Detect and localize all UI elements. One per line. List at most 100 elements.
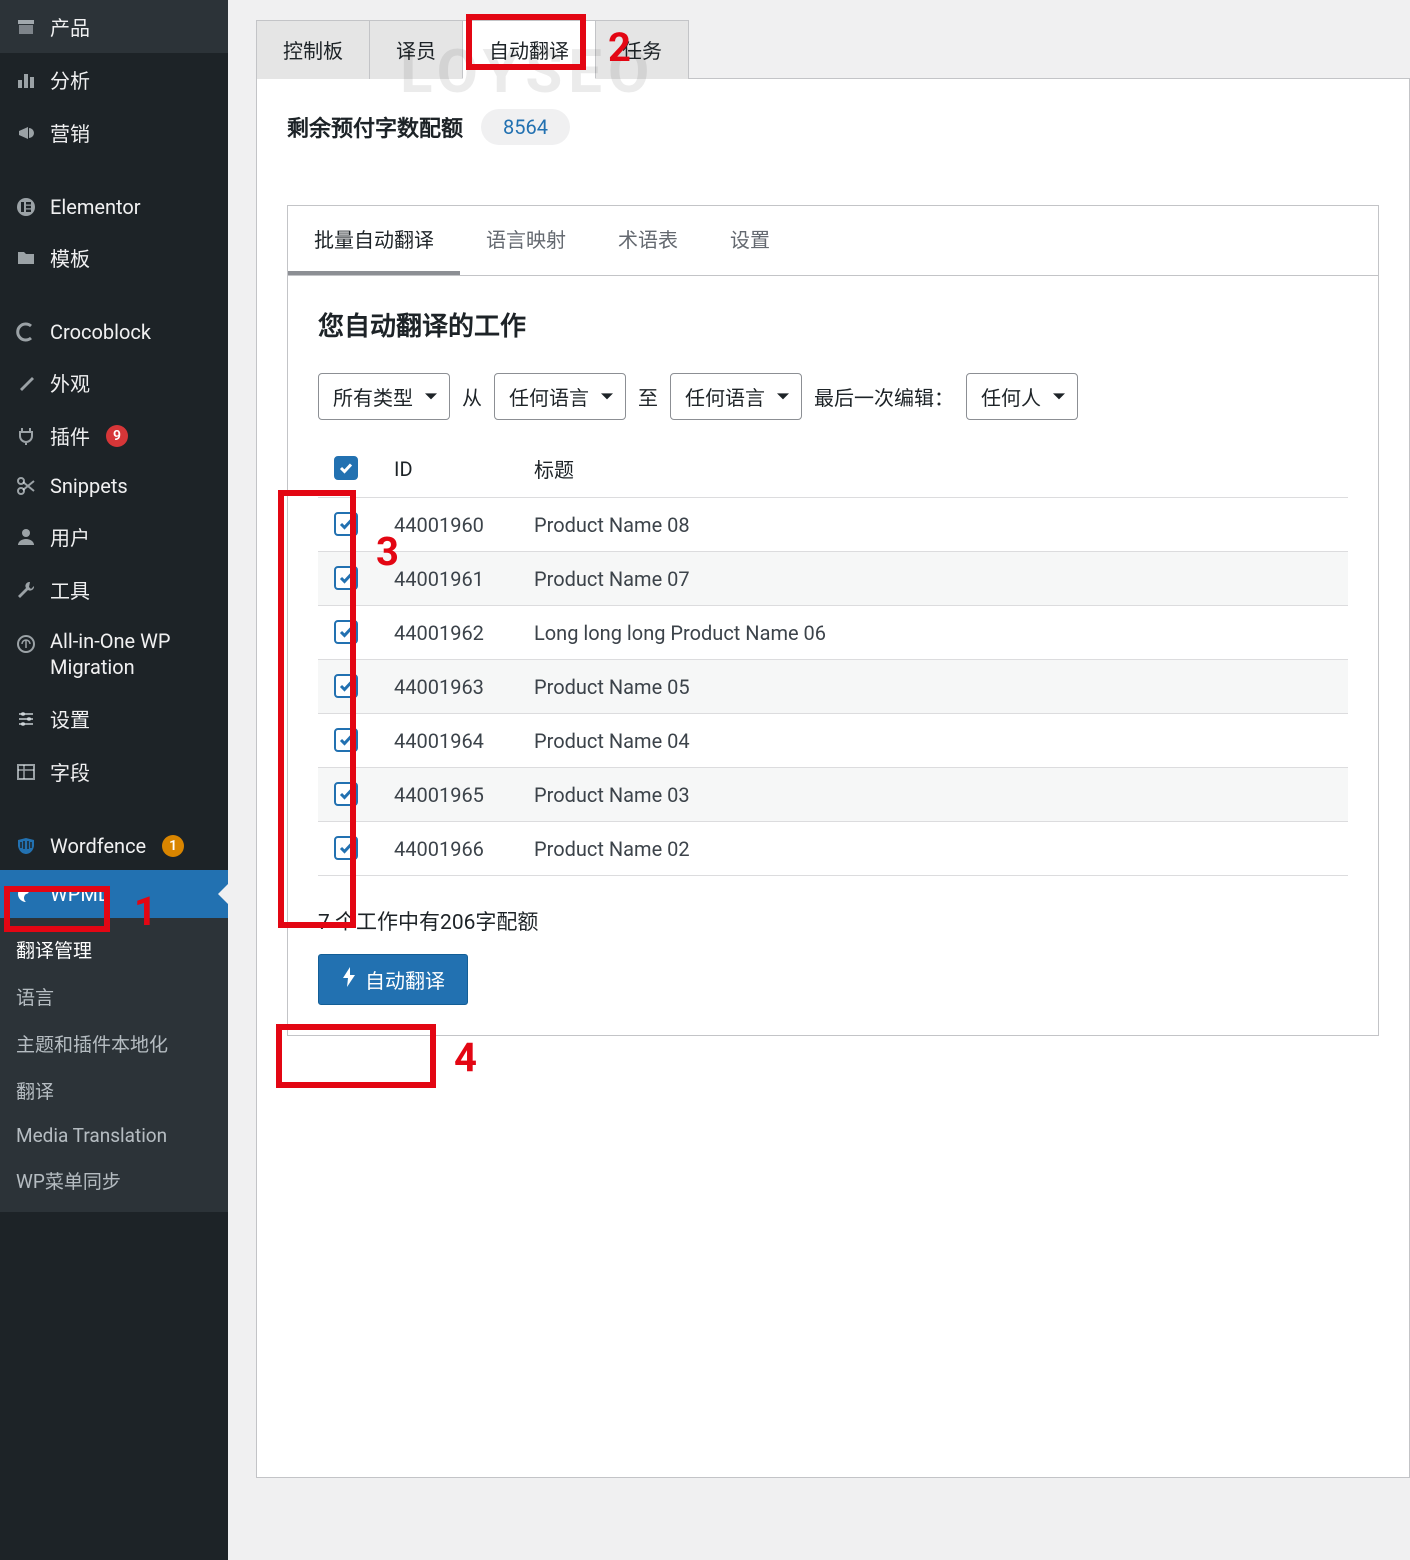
tab-translators[interactable]: 译员	[369, 20, 463, 79]
row-checkbox[interactable]	[334, 728, 358, 752]
filter-last-edit-select[interactable]: 任何人	[966, 373, 1078, 420]
sidebar-item-crocoblock[interactable]: Crocoblock	[0, 308, 228, 356]
quota-value: 8564	[481, 109, 570, 145]
sidebar-item-label: 营销	[50, 118, 90, 147]
sidebar-item-plugins[interactable]: 插件 9	[0, 409, 228, 462]
inner-tab-lang-mapping[interactable]: 语言映射	[460, 206, 592, 275]
sidebar-item-label: Crocoblock	[50, 320, 151, 344]
row-checkbox[interactable]	[334, 620, 358, 644]
filter-last-edit-label: 最后一次编辑：	[814, 382, 954, 411]
cell-title: Product Name 07	[518, 552, 1348, 606]
sidebar-item-tools[interactable]: 工具	[0, 563, 228, 616]
inner-tab-glossary[interactable]: 术语表	[592, 206, 704, 275]
filter-row: 所有类型 从 任何语言 至 任何语言 最后一次编辑： 任何人	[318, 373, 1348, 420]
table-row: 44001962Long long long Product Name 06	[318, 606, 1348, 660]
inner-tabs: 批量自动翻译 语言映射 术语表 设置	[288, 206, 1378, 276]
sidebar-item-label: 产品	[50, 12, 90, 41]
sidebar-item-appearance[interactable]: 外观	[0, 356, 228, 409]
cell-id: 44001961	[378, 552, 518, 606]
table-row: 44001960Product Name 08	[318, 498, 1348, 552]
sidebar-item-label: 字段	[50, 757, 90, 786]
bolt-icon	[341, 967, 357, 993]
filter-to-select[interactable]: 任何语言	[670, 373, 802, 420]
main-content: 控制板 译员 自动翻译 任务 剩余预付字数配额 8564 批量自动翻译 语言映射…	[228, 0, 1410, 1560]
admin-sidebar: 产品 分析 营销 Elementor 模板 Crocoblock 外观	[0, 0, 228, 1560]
wrench-icon	[14, 578, 38, 602]
sidebar-item-elementor[interactable]: Elementor	[0, 183, 228, 231]
user-icon	[14, 525, 38, 549]
tab-auto-translate[interactable]: 自动翻译	[462, 20, 596, 79]
cell-id: 44001960	[378, 498, 518, 552]
cell-id: 44001965	[378, 768, 518, 822]
row-checkbox[interactable]	[334, 566, 358, 590]
cell-title: Product Name 04	[518, 714, 1348, 768]
cell-title: Long long long Product Name 06	[518, 606, 1348, 660]
sidebar-item-products[interactable]: 产品	[0, 0, 228, 53]
sidebar-item-analytics[interactable]: 分析	[0, 53, 228, 106]
select-all-checkbox[interactable]	[334, 456, 358, 480]
shield-icon	[14, 834, 38, 858]
inner-tab-bulk[interactable]: 批量自动翻译	[288, 206, 460, 275]
sidebar-item-label: Snippets	[50, 474, 128, 498]
submenu-translation-mgmt[interactable]: 翻译管理	[0, 926, 228, 973]
migration-icon	[14, 632, 38, 656]
sidebar-item-label: 模板	[50, 243, 90, 272]
sidebar-item-label: 外观	[50, 368, 90, 397]
sidebar-item-wpml[interactable]: WPML	[0, 870, 228, 918]
cell-id: 44001966	[378, 822, 518, 876]
sidebar-item-wordfence[interactable]: Wordfence 1	[0, 822, 228, 870]
wpml-submenu: 翻译管理 语言 主题和插件本地化 翻译 Media Translation WP…	[0, 918, 228, 1212]
tab-jobs[interactable]: 任务	[595, 20, 689, 79]
sidebar-item-label: 用户	[50, 522, 90, 551]
scissors-icon	[14, 474, 38, 498]
row-checkbox[interactable]	[334, 836, 358, 860]
submenu-translations[interactable]: 翻译	[0, 1067, 228, 1114]
sidebar-item-label: All-in-One WP Migration	[50, 628, 214, 680]
row-checkbox[interactable]	[334, 782, 358, 806]
sidebar-item-label: 工具	[50, 575, 90, 604]
row-checkbox[interactable]	[334, 512, 358, 536]
filter-from-select[interactable]: 任何语言	[494, 373, 626, 420]
summary-text: 7 个工作中有206字配额	[318, 906, 1348, 936]
th-title: 标题	[518, 440, 1348, 498]
section-title: 您自动翻译的工作	[318, 306, 1348, 343]
plug-icon	[14, 424, 38, 448]
sidebar-item-users[interactable]: 用户	[0, 510, 228, 563]
sidebar-item-label: 设置	[50, 704, 90, 733]
tab-dashboard[interactable]: 控制板	[256, 20, 370, 79]
table-row: 44001966Product Name 02	[318, 822, 1348, 876]
inner-panel: 批量自动翻译 语言映射 术语表 设置 您自动翻译的工作 所有类型 从 任何语言 …	[287, 205, 1379, 1036]
brush-icon	[14, 371, 38, 395]
submenu-theme-plugin-localize[interactable]: 主题和插件本地化	[0, 1020, 228, 1067]
submenu-languages[interactable]: 语言	[0, 973, 228, 1020]
row-checkbox[interactable]	[334, 674, 358, 698]
cell-title: Product Name 02	[518, 822, 1348, 876]
th-id: ID	[378, 440, 518, 498]
archive-icon	[14, 15, 38, 39]
submenu-wp-menu-sync[interactable]: WP菜单同步	[0, 1157, 228, 1204]
inner-tab-settings[interactable]: 设置	[704, 206, 796, 275]
auto-translate-button[interactable]: 自动翻译	[318, 954, 468, 1005]
sidebar-item-templates[interactable]: 模板	[0, 231, 228, 284]
table-row: 44001963Product Name 05	[318, 660, 1348, 714]
wpml-icon	[14, 882, 38, 906]
submenu-media-translation[interactable]: Media Translation	[0, 1114, 228, 1157]
folder-icon	[14, 246, 38, 270]
sidebar-item-settings[interactable]: 设置	[0, 692, 228, 745]
sidebar-item-snippets[interactable]: Snippets	[0, 462, 228, 510]
alert-badge: 1	[162, 835, 184, 857]
sidebar-item-migration[interactable]: All-in-One WP Migration	[0, 616, 228, 692]
table-row: 44001964Product Name 04	[318, 714, 1348, 768]
cell-id: 44001963	[378, 660, 518, 714]
filter-type-select[interactable]: 所有类型	[318, 373, 450, 420]
sidebar-item-fields[interactable]: 字段	[0, 745, 228, 798]
cell-title: Product Name 05	[518, 660, 1348, 714]
sidebar-item-marketing[interactable]: 营销	[0, 106, 228, 159]
button-label: 自动翻译	[365, 965, 445, 994]
cell-id: 44001964	[378, 714, 518, 768]
filter-from-label: 从	[462, 382, 482, 411]
sliders-icon	[14, 707, 38, 731]
sidebar-item-label: Wordfence	[50, 834, 146, 858]
croco-icon	[14, 320, 38, 344]
sidebar-item-label: WPML	[50, 882, 109, 906]
